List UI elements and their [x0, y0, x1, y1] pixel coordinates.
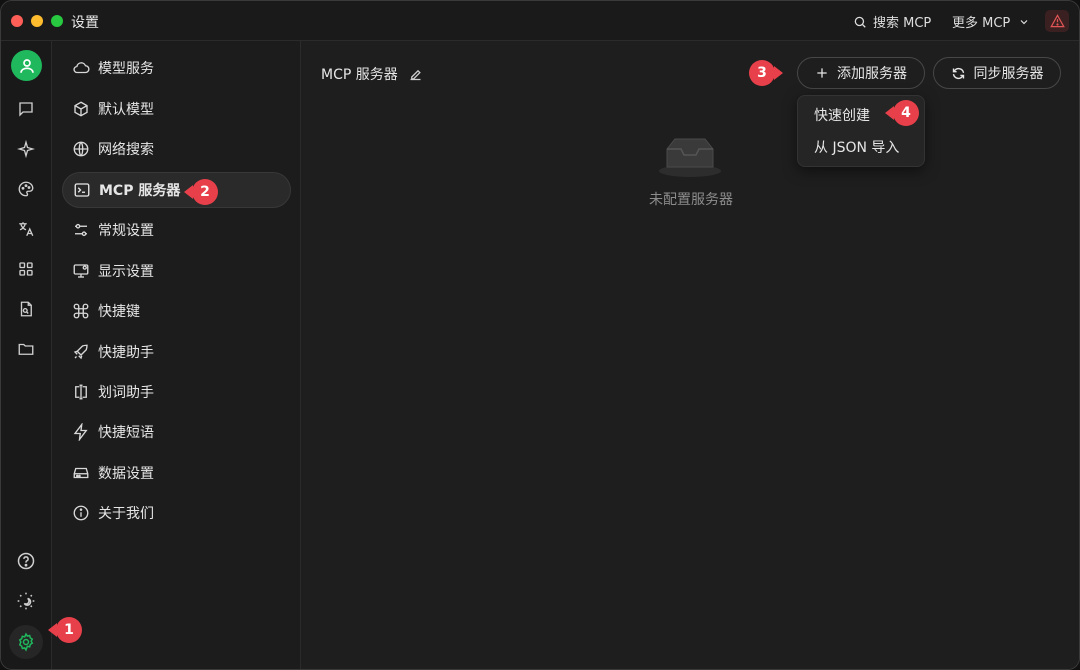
callout-pointer-4 — [885, 106, 894, 120]
info-icon — [73, 505, 89, 521]
folder-rail-button[interactable] — [14, 337, 38, 361]
callout-pointer-1 — [48, 623, 57, 637]
callout-pointer-2 — [184, 185, 193, 199]
menu-item-about[interactable]: 关于我们 — [62, 495, 291, 531]
rocket-icon — [73, 344, 88, 360]
gear-icon — [18, 632, 34, 652]
hard-drive-icon — [73, 467, 89, 479]
add-server-label: 添加服务器 — [837, 66, 907, 82]
avatar[interactable] — [11, 50, 42, 81]
callout-marker-3: 3 — [749, 60, 775, 86]
sparkle-rail-button[interactable] — [14, 137, 38, 161]
menu-item-label: 显示设置 — [98, 264, 154, 280]
file-search-icon — [20, 301, 32, 317]
file-search-rail-button[interactable] — [14, 297, 38, 321]
menu-item-label: 快捷助手 — [98, 345, 154, 361]
menu-item-display-settings[interactable]: 显示设置 — [62, 253, 291, 289]
close-window-button[interactable] — [11, 15, 23, 27]
add-server-button[interactable]: 添加服务器 — [797, 57, 925, 89]
menu-item-label: 数据设置 — [98, 466, 154, 482]
user-icon — [19, 58, 34, 73]
more-mcp-label: 更多 MCP — [952, 16, 1011, 31]
menu-item-general-settings[interactable]: 常规设置 — [62, 212, 291, 248]
command-icon — [73, 303, 89, 319]
empty-state-text: 未配置服务器 — [649, 192, 733, 208]
empty-inbox-icon — [657, 137, 723, 183]
settings-window: 设置 搜索 MCP 更多 MCP 模型服务 默认模型 网络搜索 MCP 服务器 … — [0, 0, 1080, 670]
callout-marker-1: 1 — [56, 617, 82, 643]
sliders-icon — [75, 223, 87, 237]
plus-icon — [817, 68, 827, 78]
apps-rail-button[interactable] — [14, 257, 38, 281]
sparkle-icon — [17, 140, 35, 158]
menu-item-mcp-servers[interactable]: MCP 服务器 — [62, 172, 291, 208]
terminal-icon — [74, 183, 90, 197]
menu-item-default-model[interactable]: 默认模型 — [62, 91, 291, 127]
grid-icon — [19, 262, 33, 276]
cube-icon — [74, 101, 88, 117]
menu-item-shortcuts[interactable]: 快捷键 — [62, 293, 291, 329]
chat-rail-button[interactable] — [14, 97, 38, 121]
menu-item-quick-assistant[interactable]: 快捷助手 — [62, 334, 291, 370]
menu-item-label: MCP 服务器 — [99, 183, 181, 199]
maximize-window-button[interactable] — [51, 15, 63, 27]
more-mcp-dropdown[interactable]: 更多 MCP — [952, 12, 1030, 31]
menu-item-label: 划词助手 — [98, 385, 154, 401]
menu-item-model-service[interactable]: 模型服务 — [62, 50, 291, 86]
settings-menu: 模型服务 默认模型 网络搜索 MCP 服务器 常规设置 显示设置 快捷键 快捷助… — [52, 41, 301, 669]
chat-icon — [19, 102, 33, 117]
menu-item-web-search[interactable]: 网络搜索 — [62, 131, 291, 167]
translate-rail-button[interactable] — [14, 217, 38, 241]
search-icon — [854, 16, 866, 28]
chevron-down-icon — [1020, 19, 1028, 24]
sync-servers-label: 同步服务器 — [973, 66, 1044, 82]
import-json-item[interactable]: 从 JSON 导入 — [814, 137, 899, 157]
page-title: MCP 服务器 — [321, 64, 423, 84]
palette-icon — [18, 181, 34, 197]
cloud-icon — [73, 62, 90, 74]
callout-pointer-3 — [774, 66, 783, 80]
icon-rail — [1, 41, 52, 669]
minimize-window-button[interactable] — [31, 15, 43, 27]
page-title-text: MCP 服务器 — [321, 67, 398, 83]
search-mcp-button[interactable]: 搜索 MCP — [853, 12, 931, 31]
menu-item-label: 快捷键 — [98, 304, 140, 320]
menu-item-quick-phrases[interactable]: 快捷短语 — [62, 414, 291, 450]
menu-item-label: 默认模型 — [98, 102, 154, 118]
window-title: 设置 — [71, 15, 99, 31]
help-icon — [17, 552, 35, 570]
globe-icon — [73, 141, 89, 157]
quick-create-item[interactable]: 快速创建 — [814, 105, 870, 125]
menu-item-label: 模型服务 — [98, 61, 154, 77]
theme-icon — [17, 592, 35, 610]
menu-item-selection-assistant[interactable]: 划词助手 — [62, 374, 291, 410]
main-panel: MCP 服务器 添加服务器 同步服务器 快速创建 从 JSON 导入 未配置服务… — [301, 41, 1079, 669]
title-bar: 设置 搜索 MCP 更多 MCP — [1, 1, 1079, 41]
text-select-icon — [75, 384, 87, 400]
menu-item-label: 关于我们 — [98, 506, 154, 522]
theme-rail-button[interactable] — [14, 589, 38, 613]
search-mcp-label: 搜索 MCP — [873, 16, 932, 31]
translate-icon — [19, 222, 34, 237]
monitor-icon — [73, 264, 89, 278]
help-rail-button[interactable] — [14, 549, 38, 573]
menu-item-data-settings[interactable]: 数据设置 — [62, 455, 291, 491]
warning-button[interactable] — [1045, 10, 1069, 32]
menu-item-label: 网络搜索 — [98, 142, 154, 158]
settings-rail-button[interactable] — [14, 630, 38, 654]
zap-icon — [73, 423, 88, 441]
menu-item-label: 常规设置 — [98, 223, 154, 239]
menu-item-label: 快捷短语 — [98, 425, 154, 441]
sync-servers-button[interactable]: 同步服务器 — [933, 57, 1061, 89]
refresh-icon — [952, 67, 964, 79]
folder-icon — [18, 343, 34, 355]
callout-marker-2: 2 — [192, 179, 218, 205]
edit-icon[interactable] — [408, 67, 423, 82]
callout-marker-4: 4 — [893, 100, 919, 126]
palette-rail-button[interactable] — [14, 177, 38, 201]
warning-icon — [1049, 14, 1065, 28]
